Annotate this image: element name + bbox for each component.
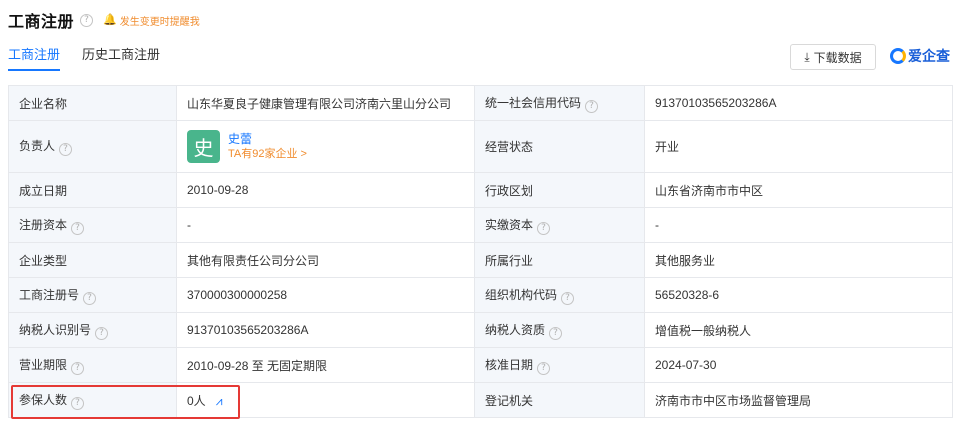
- value-authority: 济南市市中区市场监督管理局: [644, 382, 953, 418]
- label-approved-date: 核准日期?: [474, 347, 645, 383]
- table-row: 注册资本? - 实缴资本? -: [8, 207, 953, 243]
- value-credit-code: 91370103565203286A: [644, 85, 953, 121]
- tab-history-registration[interactable]: 历史工商注册: [82, 45, 160, 71]
- help-icon[interactable]: ?: [95, 326, 109, 340]
- label-reg-no: 工商注册号?: [8, 277, 177, 313]
- bell-icon: 🔔: [103, 13, 117, 26]
- label-reg-capital: 注册资本?: [8, 207, 177, 243]
- label-founded: 成立日期: [8, 172, 177, 208]
- label-authority: 登记机关: [474, 382, 645, 418]
- help-icon[interactable]: ?: [80, 13, 94, 27]
- registration-table: 企业名称 山东华夏良子健康管理有限公司济南六里山分公司 统一社会信用代码? 91…: [8, 85, 953, 418]
- value-region: 山东省济南市市中区: [644, 172, 953, 208]
- person-companies-link[interactable]: TA有92家企业 >: [228, 147, 307, 162]
- help-icon[interactable]: ?: [59, 143, 73, 156]
- download-label: 下载数据: [813, 50, 862, 65]
- value-tax-id: 91370103565203286A: [176, 312, 475, 348]
- value-company-name: 山东华夏良子健康管理有限公司济南六里山分公司: [176, 85, 475, 121]
- help-icon[interactable]: ?: [71, 361, 85, 375]
- brand-logo[interactable]: 爱企查: [890, 46, 950, 66]
- label-insured-count: 参保人数?: [8, 382, 177, 418]
- brand-name: 爱企查: [908, 48, 950, 64]
- table-row: 营业期限? 2010-09-28 至 无固定期限 核准日期? 2024-07-3…: [8, 347, 953, 383]
- table-row: 企业类型 其他有限责任公司分公司 所属行业 其他服务业: [8, 242, 953, 278]
- help-icon[interactable]: ?: [83, 291, 97, 305]
- label-company-name: 企业名称: [8, 85, 177, 121]
- table-row: 纳税人识别号? 91370103565203286A 纳税人资质? 增值税一般纳…: [8, 312, 953, 348]
- label-status: 经营状态: [474, 120, 645, 173]
- value-approved-date: 2024-07-30: [644, 347, 953, 383]
- help-icon[interactable]: ?: [71, 221, 85, 235]
- value-insured-count: 0人 ⩘: [176, 382, 475, 418]
- value-legal-person: 史 史蕾 TA有92家企业 >: [176, 120, 475, 173]
- label-credit-code: 统一社会信用代码?: [474, 85, 645, 121]
- section-header: 工商注册 ? 🔔 发生变更时提醒我: [8, 9, 200, 31]
- avatar[interactable]: 史: [187, 130, 220, 163]
- table-row: 参保人数? 0人 ⩘ 登记机关 济南市市中区市场监督管理局: [8, 382, 953, 418]
- table-row: 成立日期 2010-09-28 行政区划 山东省济南市市中区: [8, 172, 953, 208]
- table-row: 工商注册号? 370000300000258 组织机构代码? 56520328-…: [8, 277, 953, 313]
- help-icon[interactable]: ?: [585, 99, 599, 113]
- help-icon[interactable]: ?: [71, 396, 85, 410]
- value-term: 2010-09-28 至 无固定期限: [176, 347, 475, 383]
- label-legal-person: 负责人?: [8, 120, 177, 173]
- value-industry: 其他服务业: [644, 242, 953, 278]
- help-icon[interactable]: ?: [537, 361, 551, 375]
- label-region: 行政区划: [474, 172, 645, 208]
- label-org-code: 组织机构代码?: [474, 277, 645, 313]
- download-icon: ⤓: [804, 49, 810, 64]
- label-term: 营业期限?: [8, 347, 177, 383]
- label-tax-id: 纳税人识别号?: [8, 312, 177, 348]
- help-icon[interactable]: ?: [537, 221, 551, 235]
- value-founded: 2010-09-28: [176, 172, 475, 208]
- trend-chart-icon[interactable]: ⩘: [216, 394, 223, 408]
- logo-icon: [890, 48, 906, 64]
- value-org-code: 56520328-6: [644, 277, 953, 313]
- help-icon[interactable]: ?: [561, 291, 575, 305]
- person-name-link[interactable]: 史蕾: [228, 132, 307, 147]
- table-row: 企业名称 山东华夏良子健康管理有限公司济南六里山分公司 统一社会信用代码? 91…: [8, 85, 953, 121]
- help-icon[interactable]: ?: [549, 326, 563, 340]
- tab-bar: 工商注册 历史工商注册: [8, 45, 182, 71]
- change-alert-link[interactable]: 🔔 发生变更时提醒我: [103, 13, 200, 28]
- value-tax-quality: 增值税一般纳税人: [644, 312, 953, 348]
- table-row: 负责人? 史 史蕾 TA有92家企业 > 经营状态 开业: [8, 120, 953, 173]
- download-data-button[interactable]: ⤓ 下载数据: [790, 44, 876, 70]
- label-industry: 所属行业: [474, 242, 645, 278]
- label-paid-capital: 实缴资本?: [474, 207, 645, 243]
- change-alert-label: 发生变更时提醒我: [119, 16, 200, 28]
- value-reg-capital: -: [176, 207, 475, 243]
- page-title: 工商注册: [8, 14, 75, 31]
- label-tax-quality: 纳税人资质?: [474, 312, 645, 348]
- value-status: 开业: [644, 120, 953, 173]
- tab-business-registration[interactable]: 工商注册: [8, 45, 61, 71]
- value-paid-capital: -: [644, 207, 953, 243]
- value-reg-no: 370000300000258: [176, 277, 475, 313]
- label-company-type: 企业类型: [8, 242, 177, 278]
- value-company-type: 其他有限责任公司分公司: [176, 242, 475, 278]
